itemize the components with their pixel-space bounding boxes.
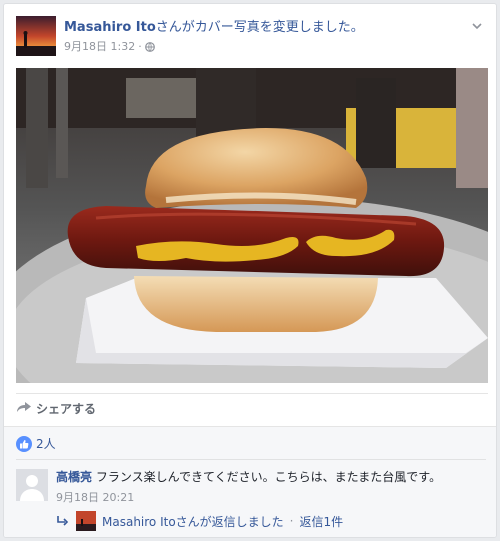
feedback-section: 2人 高橋亮 フランス楽しんできてください。こちらは、またまた台風です。 9月1… bbox=[4, 426, 496, 537]
thumbs-up-icon bbox=[16, 435, 32, 452]
reply-summary[interactable]: Masahiro Itoさんが返信しました · 返信1件 bbox=[56, 511, 343, 531]
globe-icon[interactable] bbox=[144, 42, 155, 52]
reply-text[interactable]: Masahiro Itoさんが返信しました bbox=[102, 513, 284, 530]
reply-separator: · bbox=[289, 514, 294, 528]
post-header: Masahiro Itoさんがカバー写真を変更しました。 9月18日 1:32 … bbox=[16, 16, 486, 58]
commenter-avatar[interactable] bbox=[16, 469, 48, 501]
likes-count: 2人 bbox=[36, 437, 56, 451]
chevron-down-icon[interactable] bbox=[470, 18, 484, 32]
replier-avatar bbox=[76, 511, 96, 531]
post-date[interactable]: 9月18日 1:32 bbox=[64, 40, 135, 54]
post-meta: 9月18日 1:32 · bbox=[64, 40, 155, 54]
share-label: シェアする bbox=[36, 402, 97, 416]
author-avatar[interactable] bbox=[16, 16, 56, 56]
comment-text: フランス楽しんできてください。こちらは、またまた台風です。 bbox=[95, 470, 442, 484]
reply-count[interactable]: 返信1件 bbox=[300, 513, 344, 530]
likes-summary[interactable]: 2人 bbox=[16, 435, 56, 452]
share-button[interactable]: シェアする bbox=[16, 400, 96, 417]
comment-author[interactable]: 高橋亮 bbox=[56, 470, 92, 484]
meta-separator: · bbox=[138, 40, 142, 53]
share-arrow-icon bbox=[16, 400, 32, 417]
share-bar: シェアする bbox=[16, 393, 488, 423]
divider bbox=[16, 459, 486, 460]
author-name[interactable]: Masahiro Ito bbox=[64, 20, 156, 35]
comment-item: 高橋亮 フランス楽しんできてください。こちらは、またまた台風です。 9月18日 … bbox=[16, 469, 486, 505]
comment-timestamp[interactable]: 9月18日 20:21 bbox=[56, 489, 134, 505]
post-action-text: さんがカバー写真を変更しました。 bbox=[155, 20, 364, 35]
comment-body: 高橋亮 フランス楽しんできてください。こちらは、またまた台風です。 bbox=[56, 469, 441, 485]
post-card: Masahiro Itoさんがカバー写真を変更しました。 9月18日 1:32 … bbox=[3, 3, 497, 538]
reply-arrow-icon bbox=[56, 514, 70, 528]
post-title: Masahiro Itoさんがカバー写真を変更しました。 bbox=[64, 19, 364, 37]
cover-photo[interactable] bbox=[16, 68, 488, 383]
